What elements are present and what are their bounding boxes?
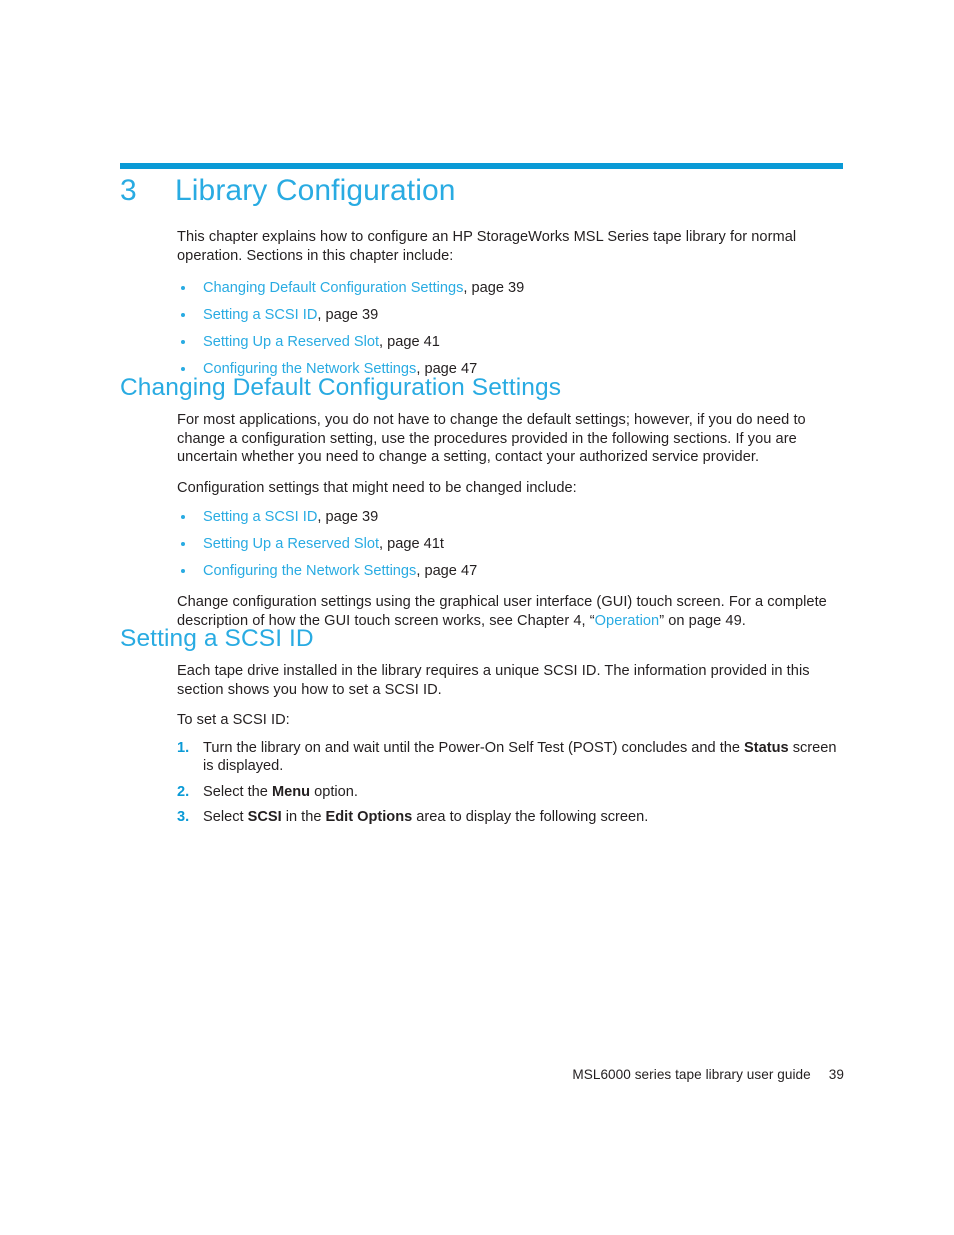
configurable-settings-list: Setting a SCSI ID, page 39 Setting Up a …: [177, 506, 844, 583]
step-emphasis: SCSI: [247, 809, 282, 825]
step-item: 3. Select SCSI in the Edit Options area t…: [177, 808, 844, 827]
step-emphasis: Status: [744, 739, 789, 756]
bullet-icon: [181, 569, 185, 573]
step-number: 3.: [177, 809, 190, 825]
paragraph-to-set-scsi: To set a SCSI ID:: [177, 712, 290, 728]
bullet-icon: [181, 340, 185, 344]
list-item: Configuring the Network Settings, page 4…: [177, 560, 844, 583]
footer-guide-title: MSL6000 series tape library user guide: [572, 1067, 811, 1082]
page-reference: , page 41: [379, 334, 440, 350]
step-text-part: Select: [203, 809, 248, 825]
paragraph-default-settings: For most applications, you do not have t…: [177, 412, 806, 465]
content-column: This chapter explains how to configure a…: [177, 228, 844, 391]
page-reference: , page 39: [317, 307, 379, 323]
chapter-title: Library Configuration: [175, 174, 456, 207]
cross-reference-link[interactable]: Setting a SCSI ID: [203, 307, 317, 323]
list-item: Setting Up a Reserved Slot, page 41: [177, 331, 844, 354]
section-body-changing-defaults: For most applications, you do not have t…: [177, 411, 844, 642]
page-reference: , page 47: [416, 563, 478, 579]
page-reference: , page 39: [463, 280, 525, 296]
list-item: Changing Default Configuration Settings,…: [177, 277, 844, 300]
step-number: 1.: [177, 739, 190, 756]
step-text-part: in the: [281, 809, 326, 825]
bullet-icon: [181, 515, 185, 519]
footer-page-number: 39: [828, 1067, 844, 1082]
bullet-icon: [181, 286, 185, 290]
page-footer: MSL6000 series tape library user guide 39: [0, 1067, 954, 1082]
step-text-part: Turn the library on and wait until the P…: [203, 739, 745, 756]
cross-reference-link[interactable]: Setting Up a Reserved Slot: [203, 334, 379, 350]
paragraph-scsi-intro: Each tape drive installed in the library…: [177, 663, 810, 698]
step-item: 2. Select the Menu option.: [177, 783, 844, 802]
bullet-icon: [181, 367, 185, 371]
step-emphasis: Menu: [271, 783, 311, 800]
step-text-part: area to display the following screen.: [412, 809, 649, 825]
list-item: Setting a SCSI ID, page 39: [177, 304, 844, 327]
step-emphasis: Edit Options: [325, 809, 413, 825]
bullet-icon: [181, 313, 185, 317]
step-text-part: option.: [310, 783, 358, 800]
scsi-steps-list: 1. Turn the library on and wait until the…: [177, 739, 844, 827]
section-heading-changing-defaults: Changing Default Configuration Settings: [120, 374, 562, 401]
step-number: 2.: [177, 783, 190, 800]
chapter-number: 3: [120, 174, 137, 207]
cross-reference-link[interactable]: Configuring the Network Settings: [203, 563, 416, 579]
document-page: 3 Library Configuration This chapter exp…: [0, 0, 954, 1235]
cross-reference-link[interactable]: Setting a SCSI ID: [203, 509, 317, 525]
page-reference: , page 41t: [379, 536, 444, 552]
list-item: Setting Up a Reserved Slot, page 41t: [177, 533, 844, 556]
cross-reference-link[interactable]: Changing Default Configuration Settings: [203, 280, 463, 296]
section-body-setting-scsi-id: Each tape drive installed in the library…: [177, 662, 844, 834]
bullet-icon: [181, 542, 185, 546]
chapter-divider-rule: [120, 163, 843, 169]
cross-reference-link[interactable]: Setting Up a Reserved Slot: [203, 536, 379, 552]
chapter-heading: 3 Library Configuration: [120, 173, 844, 209]
chapter-sections-list: Changing Default Configuration Settings,…: [177, 277, 844, 381]
intro-paragraph: This chapter explains how to configure a…: [177, 229, 797, 264]
step-text-part: Select the: [203, 783, 272, 800]
step-item: 1. Turn the library on and wait until the…: [177, 739, 844, 776]
page-reference: , page 39: [317, 509, 379, 525]
paragraph-settings-intro: Configuration settings that might need t…: [177, 479, 577, 496]
section-heading-setting-scsi-id: Setting a SCSI ID: [120, 625, 314, 652]
list-item: Setting a SCSI ID, page 39: [177, 506, 844, 529]
